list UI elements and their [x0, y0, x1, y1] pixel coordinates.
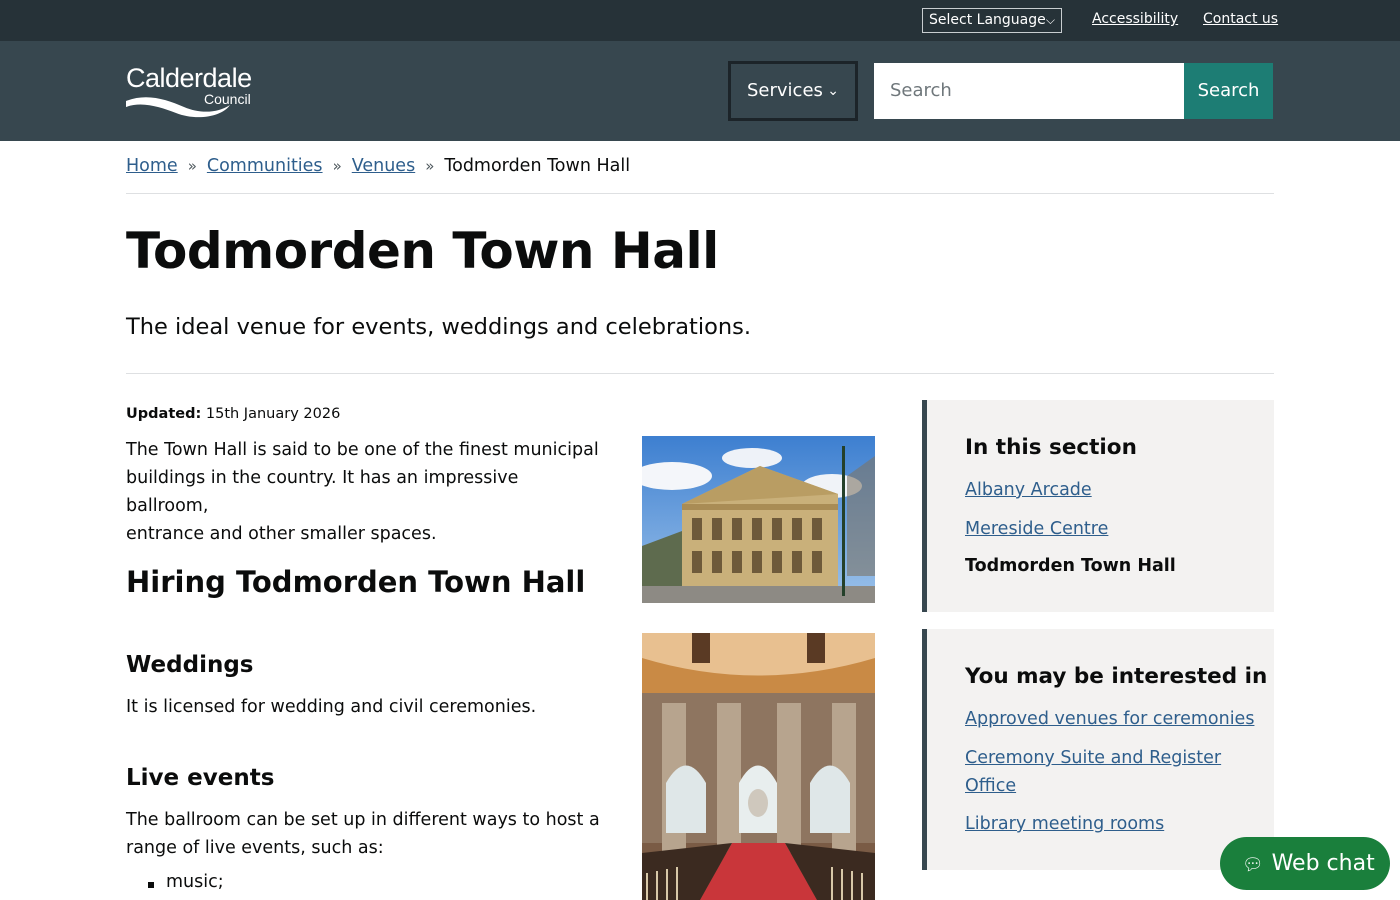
intro-line: entrance and other smaller spaces. — [126, 524, 437, 544]
search-button[interactable]: Search — [1184, 63, 1273, 119]
chevron-down-icon: ⌄ — [827, 83, 839, 99]
breadcrumb-home[interactable]: Home — [126, 156, 178, 176]
accessibility-link[interactable]: Accessibility — [1092, 11, 1178, 27]
intro-line: buildings in the country. It has an impr… — [126, 468, 519, 516]
list-item-text: music; — [166, 872, 224, 892]
breadcrumb-separator: » — [332, 157, 342, 175]
breadcrumb-separator: » — [187, 157, 197, 175]
weddings-heading: Weddings — [126, 652, 254, 678]
calderdale-council-logo[interactable]: Calderdale Council — [126, 63, 266, 121]
in-this-section-box: In this section Albany Arcade Mereside C… — [922, 400, 1274, 612]
logo-wordmark: Calderdale — [126, 63, 252, 93]
live-events-line: The ballroom can be set up in different … — [126, 810, 600, 830]
town-hall-exterior-photo — [642, 436, 875, 603]
sidebar-current-page: Todmorden Town Hall — [965, 556, 1176, 576]
link-approved-venues[interactable]: Approved venues for ceremonies — [965, 705, 1254, 733]
list-item: music; — [148, 872, 224, 892]
search-input[interactable]: Search — [874, 63, 1184, 119]
in-this-section-heading: In this section — [965, 435, 1137, 460]
intro-line: The Town Hall is said to be one of the f… — [126, 440, 599, 460]
top-utility-bar: Select Language ⌵ Accessibility Contact … — [0, 0, 1400, 41]
page-lede: The ideal venue for events, weddings and… — [126, 314, 752, 340]
language-select[interactable]: Select Language ⌵ — [922, 8, 1062, 33]
sidebar-link-mereside-centre[interactable]: Mereside Centre — [965, 515, 1108, 543]
services-label: Services — [747, 80, 823, 101]
chevron-down-icon: ⌵ — [1045, 13, 1055, 27]
chat-bubble-icon: 💬︎ — [1242, 855, 1264, 875]
divider — [126, 373, 1274, 374]
web-chat-button[interactable]: 💬︎ Web chat — [1220, 837, 1390, 890]
sidebar-link-albany-arcade[interactable]: Albany Arcade — [965, 476, 1092, 504]
town-hall-staircase-photo — [642, 633, 875, 900]
breadcrumb-separator: » — [425, 157, 435, 175]
updated-label: Updated: — [126, 406, 202, 422]
interested-heading: You may be interested in — [965, 664, 1268, 689]
updated-value: 15th January 2026 — [205, 406, 341, 422]
breadcrumb-communities[interactable]: Communities — [207, 156, 323, 176]
weddings-text: It is licensed for wedding and civil cer… — [126, 697, 537, 717]
you-may-be-interested-box: You may be interested in Approved venues… — [922, 629, 1274, 870]
live-events-line: range of live events, such as: — [126, 838, 384, 858]
updated-date: Updated: 15th January 2026 — [126, 406, 340, 422]
live-events-text: The ballroom can be set up in different … — [126, 806, 606, 862]
services-menu-button[interactable]: Services ⌄ — [728, 61, 858, 121]
language-select-label: Select Language — [929, 12, 1046, 28]
page-title: Todmorden Town Hall — [126, 222, 719, 280]
intro-paragraph: The Town Hall is said to be one of the f… — [126, 436, 606, 548]
link-ceremony-suite[interactable]: Ceremony Suite and Register — [965, 744, 1221, 772]
breadcrumb: Home » Communities » Venues » Todmorden Town H… — [126, 156, 630, 176]
breadcrumb-venues[interactable]: Venues — [352, 156, 415, 176]
contact-us-link[interactable]: Contact us — [1203, 11, 1278, 27]
link-ceremony-suite-office[interactable]: Office — [965, 772, 1016, 800]
site-header: Calderdale Council Services ⌄ Search Sea… — [0, 41, 1400, 141]
link-library-meeting-rooms[interactable]: Library meeting rooms — [965, 810, 1164, 838]
hiring-heading: Hiring Todmorden Town Hall — [126, 565, 586, 599]
logo-wave-icon — [126, 97, 230, 118]
live-events-heading: Live events — [126, 765, 275, 791]
breadcrumb-current: Todmorden Town Hall — [444, 156, 631, 176]
divider — [126, 193, 1274, 194]
web-chat-label: Web chat — [1271, 851, 1375, 876]
